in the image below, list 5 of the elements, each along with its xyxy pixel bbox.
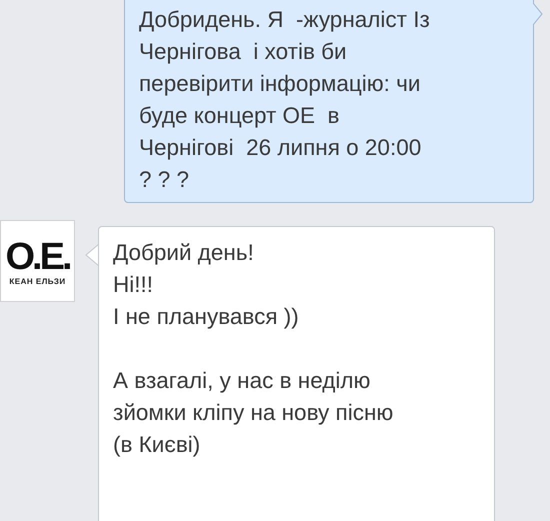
message-text: Добрий день! Ні!!! І не планувався )) (113, 239, 300, 331)
message-text: А взагалі, у нас в неділю зйомки кліпу на нову пісню (в Києві) (113, 367, 394, 459)
avatar-caption: КЕАН ЕЛЬЗИ (9, 276, 66, 286)
avatar-logo: O.E. (5, 236, 70, 276)
message-text: Добридень. Я -журналіст Із Чернігова і хотів би перевірити інформацію: чи буде концерт ОЕ в Чернігові 26 липня о 20:00 ? ? ? (139, 6, 431, 194)
